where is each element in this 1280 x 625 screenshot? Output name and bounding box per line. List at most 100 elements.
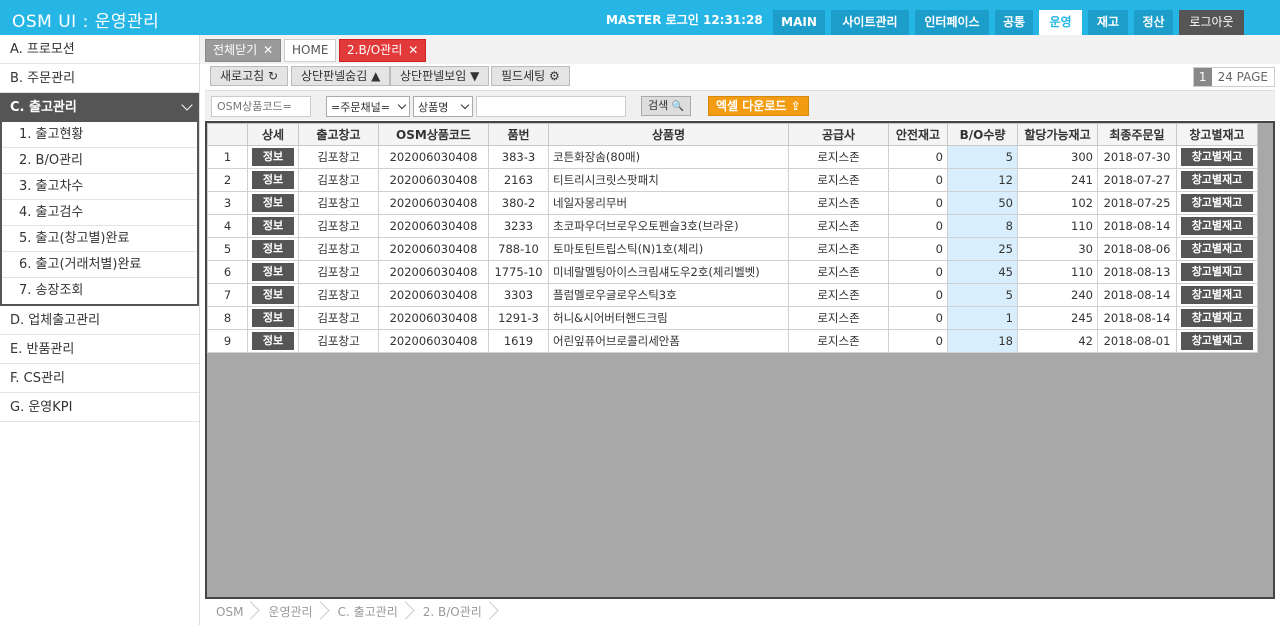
row-no: 1 — [207, 145, 248, 169]
breadcrumb-item[interactable]: OSM — [205, 600, 257, 625]
warehouse-stock-button[interactable]: 창고별재고 — [1181, 194, 1253, 212]
breadcrumb-item[interactable]: C. 출고관리 — [327, 600, 412, 625]
table-row[interactable]: 8 정보 김포창고 202006030408 1291-3 허니&시어버터핸드크림 로지스존… — [207, 306, 1258, 330]
sub-item-bo[interactable]: 2. B/O관리 — [2, 148, 197, 174]
product-code-input[interactable] — [211, 96, 311, 117]
field-select[interactable]: 상품명 — [413, 96, 473, 117]
info-button[interactable]: 정보 — [252, 194, 294, 212]
info-button[interactable]: 정보 — [252, 286, 294, 304]
table-row[interactable]: 1 정보 김포창고 202006030408 383-3 코튼화장솜(80매) 로지스존 0 5… — [207, 145, 1258, 169]
wh-stock-cell: 창고별재고 — [1176, 237, 1258, 261]
sidebar-item-vendor-shipping[interactable]: D. 업체출고관리 — [0, 306, 199, 335]
name-cell: 허니&시어버터핸드크림 — [548, 306, 789, 330]
nav-tab-interface[interactable]: 인터페이스 — [915, 10, 989, 35]
nav-tab-settlement[interactable]: 정산 — [1134, 10, 1173, 35]
warehouse-stock-button[interactable]: 창고별재고 — [1181, 240, 1253, 258]
table-row[interactable]: 9 정보 김포창고 202006030408 1619 어린잎퓨어브로콜리세안폼 로지스존 0… — [207, 329, 1258, 353]
info-button[interactable]: 정보 — [252, 263, 294, 281]
logout-button[interactable]: 로그아웃 — [1179, 10, 1244, 35]
col-header-bo[interactable]: B/O수량 — [947, 123, 1018, 146]
nav-tab-main[interactable]: MAIN — [773, 10, 825, 35]
search-bar: =주문채널= 상품명 검색 🔍 엑셀 다운로드 ⇪ — [205, 90, 1275, 120]
sidebar-item-kpi[interactable]: G. 운영KPI — [0, 393, 199, 422]
sub-item-warehouse-complete[interactable]: 5. 출고(창고별)완료 — [2, 226, 197, 252]
bo-cell: 50 — [947, 191, 1018, 215]
bo-cell: 12 — [947, 168, 1018, 192]
search-button[interactable]: 검색 🔍 — [641, 96, 692, 116]
search-icon: 🔍 — [671, 101, 685, 112]
sub-item-shipping-status[interactable]: 1. 출고현황 — [2, 122, 197, 148]
show-panel-button[interactable]: 상단판넬보임 ▼ — [390, 66, 490, 86]
hide-panel-button[interactable]: 상단판넬숨김 ▲ — [291, 66, 391, 86]
keyword-input[interactable] — [476, 96, 626, 117]
wh-stock-cell: 창고별재고 — [1176, 260, 1258, 284]
warehouse-stock-button[interactable]: 창고별재고 — [1181, 171, 1253, 189]
info-button[interactable]: 정보 — [252, 332, 294, 350]
code-cell: 202006030408 — [378, 260, 489, 284]
excel-download-button[interactable]: 엑셀 다운로드 ⇪ — [708, 96, 809, 116]
avail-cell: 241 — [1017, 168, 1098, 192]
close-icon[interactable]: ✕ — [263, 43, 273, 57]
info-button[interactable]: 정보 — [252, 171, 294, 189]
safety-cell: 0 — [888, 214, 948, 238]
close-icon[interactable]: ✕ — [408, 43, 418, 57]
col-header-warehouse[interactable]: 출고창고 — [298, 123, 379, 146]
info-cell: 정보 — [247, 168, 299, 192]
warehouse-stock-button[interactable]: 창고별재고 — [1181, 286, 1253, 304]
table-row[interactable]: 3 정보 김포창고 202006030408 380-2 네일자몽리무버 로지스존 0 50 10… — [207, 191, 1258, 215]
safety-cell: 0 — [888, 260, 948, 284]
warehouse-cell: 김포창고 — [298, 168, 379, 192]
warehouse-stock-button[interactable]: 창고별재고 — [1181, 148, 1253, 166]
nav-tab-operation[interactable]: 운영 — [1039, 10, 1082, 35]
breadcrumb-item[interactable]: 2. B/O관리 — [412, 600, 496, 625]
nav-tab-inventory[interactable]: 재고 — [1088, 10, 1128, 35]
breadcrumb-item[interactable]: 운영관리 — [257, 600, 326, 625]
nav-tab-site-admin[interactable]: 사이트관리 — [831, 10, 909, 35]
col-header-wh-stock[interactable]: 창고별재고 — [1176, 123, 1258, 146]
sub-item-client-complete[interactable]: 6. 출고(거래처별)완료 — [2, 252, 197, 278]
table-row[interactable]: 4 정보 김포창고 202006030408 3233 초코파우더브로우오토펜슬3호(브라… — [207, 214, 1258, 238]
table-row[interactable]: 6 정보 김포창고 202006030408 1775-10 미네랄멜팅아이스크림섀도우2… — [207, 260, 1258, 284]
sidebar-item-cs[interactable]: F. CS관리 — [0, 364, 199, 393]
sidebar-item-returns[interactable]: E. 반품관리 — [0, 335, 199, 364]
table-row[interactable]: 2 정보 김포창고 202006030408 2163 티트리시크릿스팟패치 로지스존 0 12… — [207, 168, 1258, 192]
sidebar-item-promotion[interactable]: A. 프로모션 — [0, 35, 199, 64]
col-header-date[interactable]: 최종주문일 — [1097, 123, 1177, 146]
table-row[interactable]: 7 정보 김포창고 202006030408 3303 플럼멜로우글로우스틱3호 로지스존 0… — [207, 283, 1258, 307]
col-header-name[interactable]: 상품명 — [548, 123, 789, 146]
warehouse-stock-button[interactable]: 창고별재고 — [1181, 217, 1253, 235]
bo-cell: 1 — [947, 306, 1018, 330]
col-header-detail[interactable]: 상세 — [247, 123, 299, 146]
sub-item-invoice[interactable]: 7. 송장조회 — [2, 278, 197, 304]
chevron-down-icon — [460, 100, 470, 110]
field-setting-button[interactable]: 필드세팅 ⚙ — [491, 66, 570, 86]
sidebar-item-shipping[interactable]: C. 출고관리 — [0, 93, 199, 122]
refresh-button[interactable]: 새로고침 ↻ — [210, 66, 289, 86]
col-header-supplier[interactable]: 공급사 — [788, 123, 889, 146]
sidebar-item-order[interactable]: B. 주문관리 — [0, 64, 199, 93]
tab-bo-management[interactable]: 2.B/O관리 ✕ — [339, 39, 427, 62]
page-tabs: 전체닫기 ✕ HOME 2.B/O관리 ✕ — [200, 35, 1280, 64]
sub-item-shipping-round[interactable]: 3. 출고차수 — [2, 174, 197, 200]
code-cell: 202006030408 — [378, 145, 489, 169]
sub-item-shipping-inspection[interactable]: 4. 출고검수 — [2, 200, 197, 226]
col-header-code[interactable]: OSM상품코드 — [378, 123, 489, 146]
code-cell: 202006030408 — [378, 283, 489, 307]
nav-tab-common[interactable]: 공통 — [995, 10, 1033, 35]
tab-close-all[interactable]: 전체닫기 ✕ — [205, 39, 282, 62]
warehouse-stock-button[interactable]: 창고별재고 — [1181, 309, 1253, 327]
channel-select[interactable]: =주문채널= — [326, 96, 410, 117]
warehouse-stock-button[interactable]: 창고별재고 — [1181, 263, 1253, 281]
warehouse-stock-button[interactable]: 창고별재고 — [1181, 332, 1253, 350]
info-button[interactable]: 정보 — [252, 240, 294, 258]
info-button[interactable]: 정보 — [252, 217, 294, 235]
tab-home[interactable]: HOME — [284, 39, 337, 62]
table-row[interactable]: 5 정보 김포창고 202006030408 788-10 토마토틴트립스틱(N)1호(체… — [207, 237, 1258, 261]
info-button[interactable]: 정보 — [252, 309, 294, 327]
info-button[interactable]: 정보 — [252, 148, 294, 166]
col-header-part[interactable]: 품번 — [488, 123, 549, 146]
col-header-avail[interactable]: 할당가능재고 — [1017, 123, 1098, 146]
safety-cell: 0 — [888, 237, 948, 261]
col-header-safety[interactable]: 안전재고 — [888, 123, 948, 146]
col-header-no[interactable] — [207, 123, 248, 146]
